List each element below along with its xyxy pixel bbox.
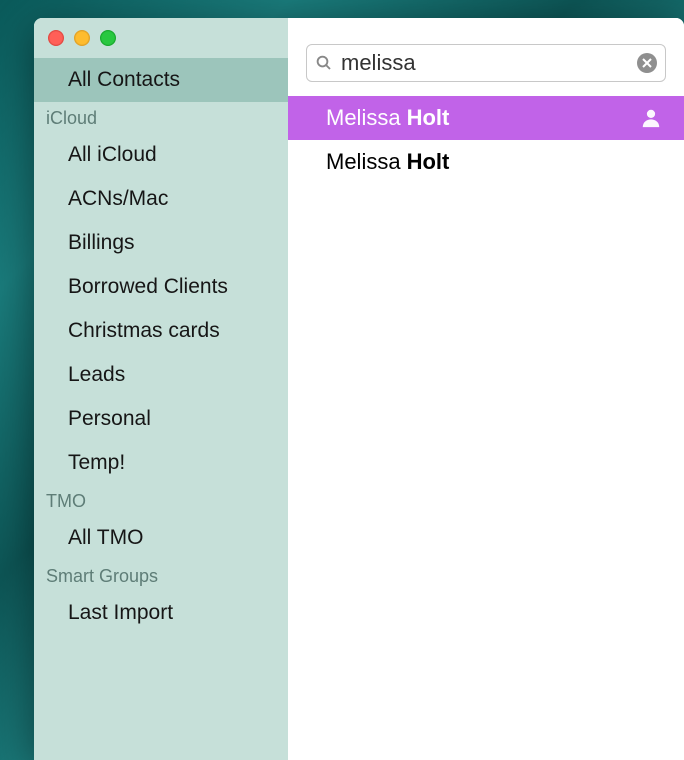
search-bar [288, 18, 684, 96]
sidebar-item-all-icloud[interactable]: All iCloud [34, 133, 288, 177]
sidebar-item-personal[interactable]: Personal [34, 397, 288, 441]
contact-last-name: Holt [407, 149, 450, 175]
search-field[interactable] [306, 44, 666, 82]
sidebar-header-icloud: iCloud [34, 102, 288, 133]
search-input[interactable] [333, 50, 637, 76]
sidebar-item-all-contacts[interactable]: All Contacts [34, 58, 288, 102]
sidebar-item-acns-mac[interactable]: ACNs/Mac [34, 177, 288, 221]
sidebar-header-smart-groups: Smart Groups [34, 560, 288, 591]
sidebar-header-tmo: TMO [34, 485, 288, 516]
desktop-background: All Contacts iCloud All iCloud ACNs/Mac … [0, 0, 684, 760]
contact-first-name: Melissa [326, 149, 401, 175]
sidebar-item-last-import[interactable]: Last Import [34, 591, 288, 635]
close-icon[interactable] [48, 30, 64, 46]
minimize-icon[interactable] [74, 30, 90, 46]
main-panel: Melissa Holt Melissa Holt [288, 18, 684, 760]
clear-search-icon[interactable] [637, 53, 657, 73]
sidebar-item-all-tmo[interactable]: All TMO [34, 516, 288, 560]
search-icon [315, 54, 333, 72]
contacts-window: All Contacts iCloud All iCloud ACNs/Mac … [34, 18, 684, 760]
results-list: Melissa Holt Melissa Holt [288, 96, 684, 184]
sidebar-item-christmas-cards[interactable]: Christmas cards [34, 309, 288, 353]
sidebar-item-leads[interactable]: Leads [34, 353, 288, 397]
sidebar-item-billings[interactable]: Billings [34, 221, 288, 265]
sidebar-item-temp[interactable]: Temp! [34, 441, 288, 485]
window-titlebar [34, 18, 288, 58]
me-card-icon [640, 107, 662, 129]
sidebar-item-borrowed-clients[interactable]: Borrowed Clients [34, 265, 288, 309]
sidebar: All Contacts iCloud All iCloud ACNs/Mac … [34, 18, 288, 760]
contact-row[interactable]: Melissa Holt [288, 96, 684, 140]
contact-row[interactable]: Melissa Holt [288, 140, 684, 184]
contact-first-name: Melissa [326, 105, 401, 131]
contact-last-name: Holt [407, 105, 450, 131]
zoom-icon[interactable] [100, 30, 116, 46]
